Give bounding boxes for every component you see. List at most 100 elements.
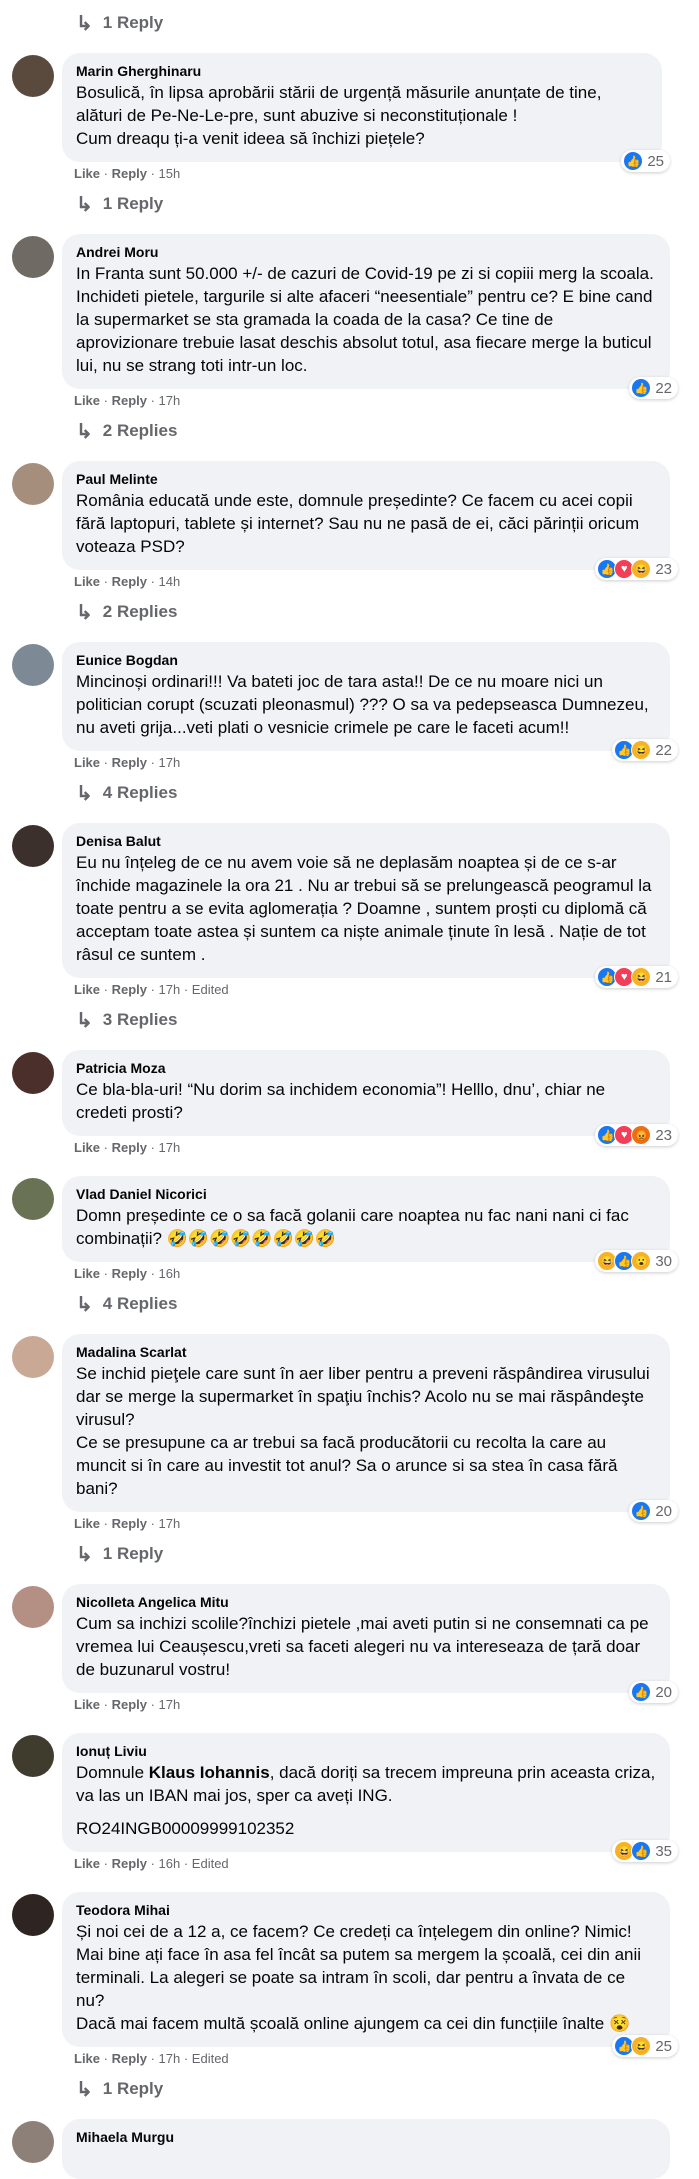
reply-button[interactable]: Reply xyxy=(112,2051,147,2066)
view-replies-link[interactable]: ↳ 1 Reply xyxy=(0,5,699,41)
comment-text: Eu nu înțeleg de ce nu avem voie să ne d… xyxy=(76,853,657,964)
comment-bubble: Ionuț Liviu Domnule Klaus Iohannis, dacă… xyxy=(62,1733,678,1862)
avatar[interactable] xyxy=(12,1178,54,1220)
like-button[interactable]: Like xyxy=(74,1856,100,1871)
comment-timestamp[interactable]: 15h xyxy=(159,166,181,181)
reaction-summary[interactable]: 👍 20 xyxy=(629,1681,678,1703)
avatar[interactable] xyxy=(12,236,54,278)
like-button[interactable]: Like xyxy=(74,1266,100,1281)
view-replies-label: 2 Replies xyxy=(102,421,178,440)
haha-reaction-icon: 😆 xyxy=(631,967,652,987)
reply-button[interactable]: Reply xyxy=(112,982,147,997)
comment-author[interactable]: Patricia Moza xyxy=(76,1060,656,1076)
comment-author[interactable]: Denisa Balut xyxy=(76,833,656,849)
comment-timestamp[interactable]: 17h xyxy=(159,393,181,408)
view-replies-link[interactable]: ↳ 1 Reply xyxy=(0,2071,699,2107)
like-button[interactable]: Like xyxy=(74,2051,100,2066)
like-button[interactable]: Like xyxy=(74,1697,100,1712)
comment-timestamp[interactable]: 17h xyxy=(159,1140,181,1155)
comment-feed: ↳ 1 Reply Marin Gherghinaru Bosulică, în… xyxy=(0,5,699,2179)
reply-button[interactable]: Reply xyxy=(112,755,147,770)
like-button[interactable]: Like xyxy=(74,574,100,589)
view-replies-label: 3 Replies xyxy=(102,1010,178,1029)
reply-button[interactable]: Reply xyxy=(112,1697,147,1712)
comment-bubble: Andrei Moru In Franta sunt 50.000 +/- de… xyxy=(62,234,678,399)
view-replies-link[interactable]: ↳ 2 Replies xyxy=(0,594,699,630)
reply-button[interactable]: Reply xyxy=(112,1856,147,1871)
avatar[interactable] xyxy=(12,644,54,686)
comment-author[interactable]: Ionuț Liviu xyxy=(76,1743,656,1759)
reply-arrow-icon: ↳ xyxy=(76,2078,93,2101)
view-replies-link[interactable]: ↳ 4 Replies xyxy=(0,1286,699,1322)
mention-link[interactable]: Klaus Iohannis xyxy=(149,1763,270,1782)
reaction-summary[interactable]: 👍 ♥ 😡 23 xyxy=(595,1124,678,1146)
avatar[interactable] xyxy=(12,1052,54,1094)
haha-reaction-icon: 😆 xyxy=(631,559,652,579)
like-button[interactable]: Like xyxy=(74,982,100,997)
avatar[interactable] xyxy=(12,1894,54,1936)
reaction-summary[interactable]: 😆 👍 35 xyxy=(612,1840,678,1862)
like-button[interactable]: Like xyxy=(74,1140,100,1155)
view-replies-link[interactable]: ↳ 1 Reply xyxy=(0,186,699,222)
avatar[interactable] xyxy=(12,825,54,867)
view-replies-link[interactable]: ↳ 1 Reply xyxy=(0,1536,699,1572)
comment-actions: Like · Reply · 17h xyxy=(74,1697,181,1712)
reaction-summary[interactable]: 👍 😆 25 xyxy=(612,2035,678,2057)
comment-timestamp[interactable]: 17h xyxy=(159,755,181,770)
comment-timestamp[interactable]: 17h xyxy=(159,1697,181,1712)
comment: Madalina Scarlat Se inchid pieţele care … xyxy=(0,1334,699,1536)
comment-author[interactable]: Madalina Scarlat xyxy=(76,1344,656,1360)
haha-reaction-icon: 😆 xyxy=(631,740,652,760)
reaction-summary[interactable]: 👍 20 xyxy=(629,1500,678,1522)
avatar[interactable] xyxy=(12,55,54,97)
comment-author[interactable]: Nicolleta Angelica Mitu xyxy=(76,1594,656,1610)
view-replies-link[interactable]: ↳ 3 Replies xyxy=(0,1002,699,1038)
avatar[interactable] xyxy=(12,1735,54,1777)
comment-author[interactable]: Marin Gherghinaru xyxy=(76,63,648,79)
comment-timestamp[interactable]: 17h · Edited xyxy=(159,982,229,997)
comment-author[interactable]: Teodora Mihai xyxy=(76,1902,656,1918)
like-button[interactable]: Like xyxy=(74,1516,100,1531)
avatar[interactable] xyxy=(12,2121,54,2163)
like-button[interactable]: Like xyxy=(74,755,100,770)
comment-timestamp[interactable]: 17h xyxy=(159,1516,181,1531)
comment: Denisa Balut Eu nu înțeleg de ce nu avem… xyxy=(0,823,699,1002)
reply-button[interactable]: Reply xyxy=(112,1140,147,1155)
comment-author[interactable]: Vlad Daniel Nicorici xyxy=(76,1186,656,1202)
comment-timestamp[interactable]: 17h · Edited xyxy=(159,2051,229,2066)
reply-arrow-icon: ↳ xyxy=(76,193,93,216)
like-button[interactable]: Like xyxy=(74,393,100,408)
reply-arrow-icon: ↳ xyxy=(76,782,93,805)
comment-author[interactable]: Paul Melinte xyxy=(76,471,656,487)
avatar[interactable] xyxy=(12,463,54,505)
reaction-summary[interactable]: 👍 ♥ 😆 23 xyxy=(595,558,678,580)
reply-button[interactable]: Reply xyxy=(112,574,147,589)
comment-author[interactable]: Mihaela Murgu xyxy=(76,2129,656,2145)
wow-reaction-icon: 😮 xyxy=(631,1251,652,1271)
reply-button[interactable]: Reply xyxy=(112,1266,147,1281)
comment-bubble: Teodora Mihai Și noi cei de a 12 a, ce f… xyxy=(62,1892,678,2057)
like-reaction-icon: 👍 xyxy=(623,151,644,171)
like-button[interactable]: Like xyxy=(74,166,100,181)
comment-timestamp[interactable]: 16h · Edited xyxy=(159,1856,229,1871)
reaction-summary[interactable]: 👍 😆 22 xyxy=(612,739,678,761)
view-replies-label: 1 Reply xyxy=(102,2079,164,2098)
reply-button[interactable]: Reply xyxy=(112,166,147,181)
reaction-summary[interactable]: 👍 25 xyxy=(621,150,670,172)
avatar[interactable] xyxy=(12,1586,54,1628)
avatar[interactable] xyxy=(12,1336,54,1378)
reaction-summary[interactable]: 👍 ♥ 😆 21 xyxy=(595,966,678,988)
comment-text: România educată unde este, domnule preșe… xyxy=(76,491,644,556)
view-replies-link[interactable]: ↳ 4 Replies xyxy=(0,775,699,811)
reply-button[interactable]: Reply xyxy=(112,393,147,408)
view-replies-link[interactable]: ↳ 2 Replies xyxy=(0,413,699,449)
comment: Marin Gherghinaru Bosulică, în lipsa apr… xyxy=(0,53,699,186)
comment-author[interactable]: Andrei Moru xyxy=(76,244,656,260)
reaction-summary[interactable]: 👍 22 xyxy=(629,377,678,399)
reply-button[interactable]: Reply xyxy=(112,1516,147,1531)
comment-timestamp[interactable]: 16h xyxy=(159,1266,181,1281)
comment-author[interactable]: Eunice Bogdan xyxy=(76,652,656,668)
reaction-summary[interactable]: 😆 👍 😮 30 xyxy=(595,1250,678,1272)
haha-reaction-icon: 😆 xyxy=(631,2036,652,2056)
comment-timestamp[interactable]: 14h xyxy=(159,574,181,589)
